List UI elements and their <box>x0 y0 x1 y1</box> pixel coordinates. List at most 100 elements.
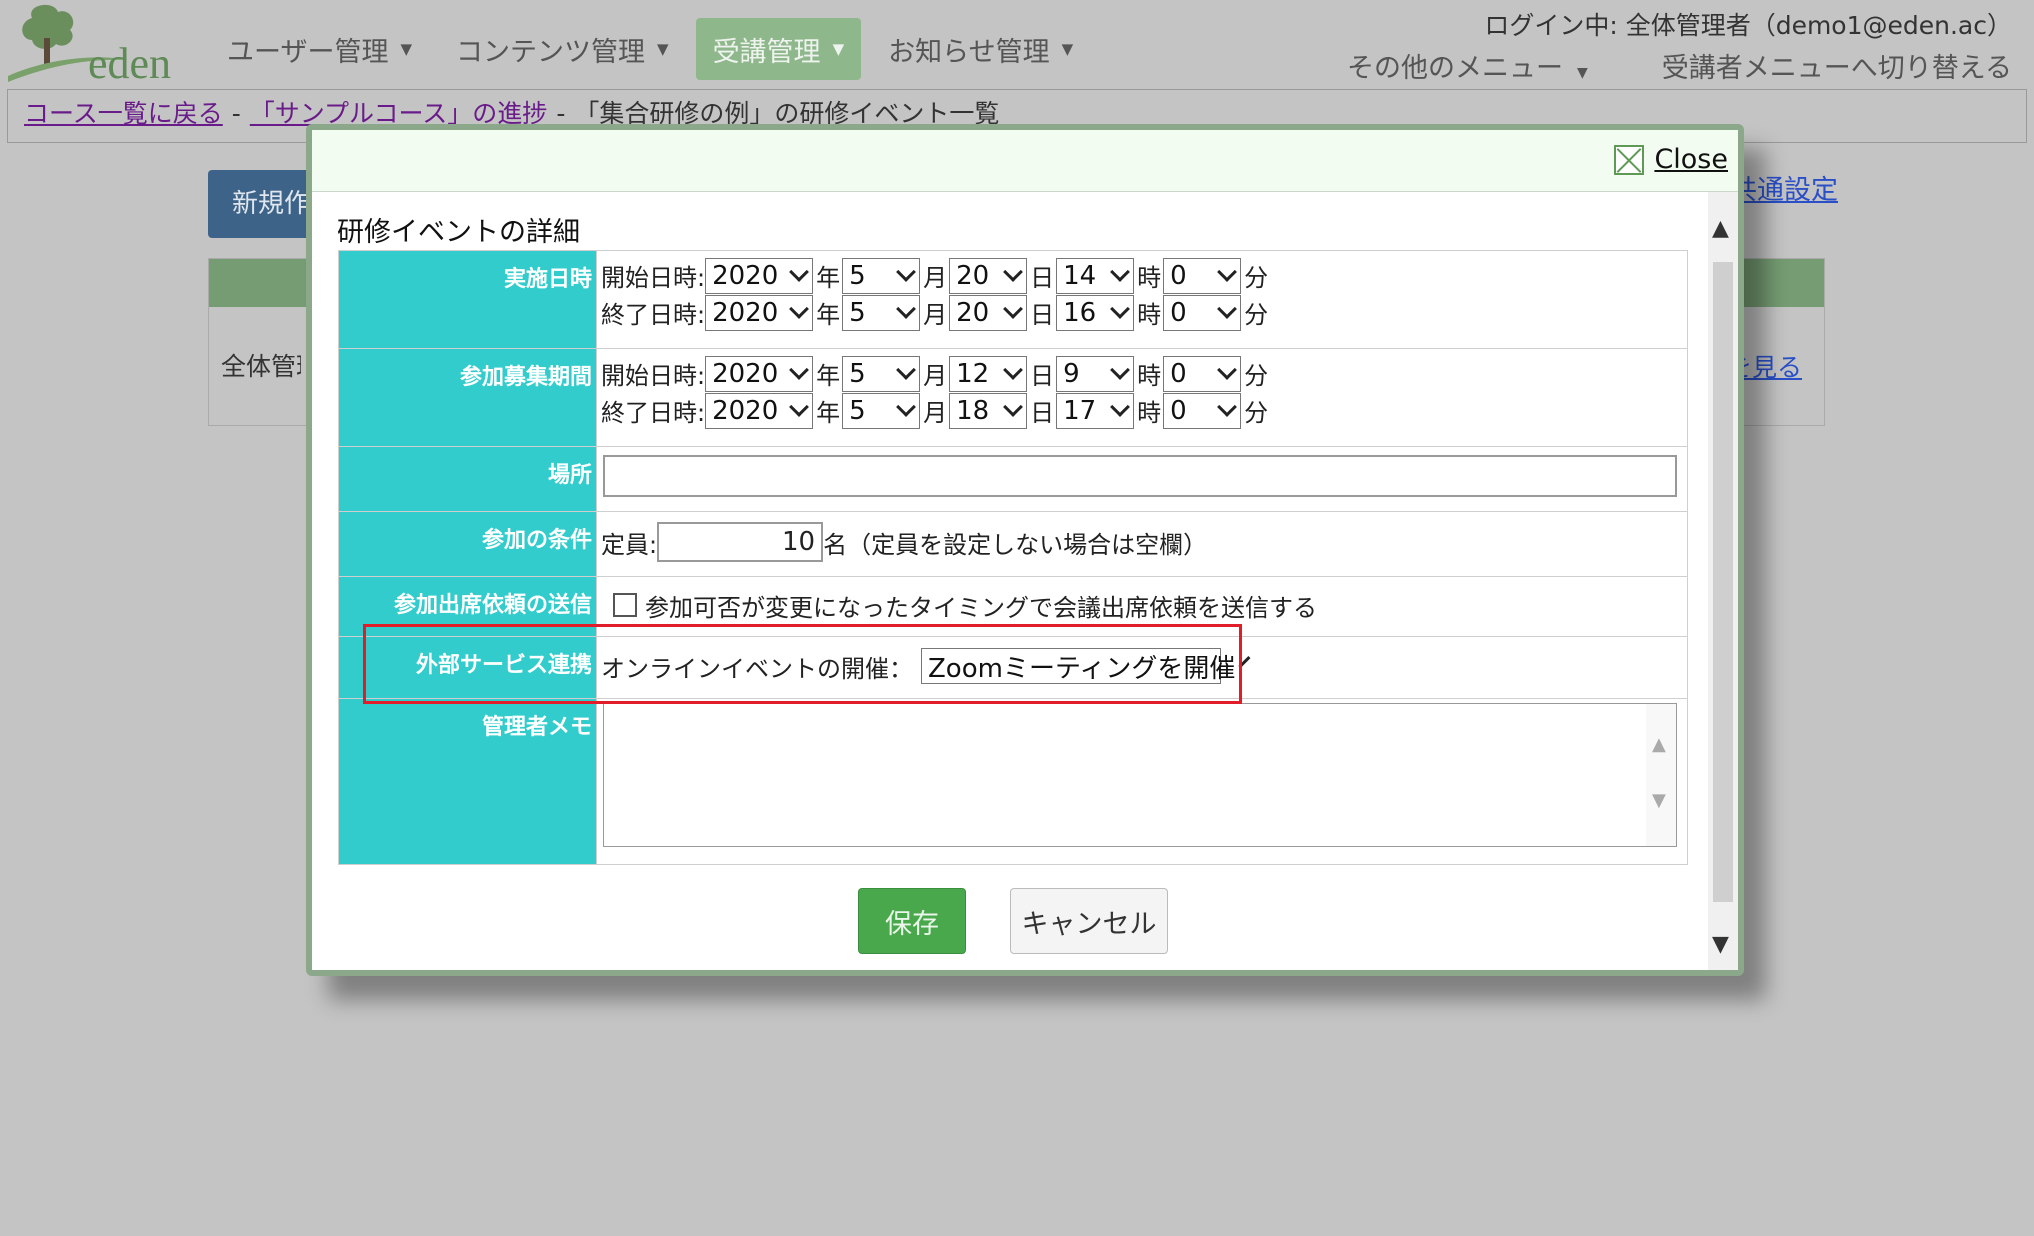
close-icon <box>1614 144 1645 175</box>
chevron-down-icon <box>789 396 809 417</box>
chevron-down-icon <box>1217 396 1237 417</box>
send-request-checkbox[interactable] <box>613 593 637 617</box>
month-unit: 月 <box>923 399 948 427</box>
admin-memo-label: 管理者メモ <box>338 698 597 865</box>
chevron-down-icon <box>896 261 916 282</box>
schedule-end-row: 終了日時: 2020 年 5月 20 日 16 時 0分 <box>601 294 1683 331</box>
chevron-down-icon <box>1110 261 1130 282</box>
day-unit: 日 <box>1030 399 1055 427</box>
place-input[interactable] <box>603 455 1677 497</box>
memo-scrollbar[interactable]: ▲ ▼ <box>1646 704 1676 846</box>
day-unit: 日 <box>1030 362 1055 390</box>
recruit-start-year-select[interactable]: 2020 <box>705 355 814 392</box>
start-label: 開始日時: <box>601 362 706 390</box>
scroll-down-icon[interactable]: ▼ <box>1652 790 1666 811</box>
cancel-button[interactable]: キャンセル <box>1010 888 1168 954</box>
schedule-label: 実施日時 <box>338 250 597 349</box>
hour-unit: 時 <box>1137 301 1162 329</box>
minute-unit: 分 <box>1244 362 1269 390</box>
admin-memo-field: ▲ ▼ <box>596 698 1688 865</box>
condition-row: 定員: 10 名（定員を設定しない場合は空欄） <box>601 518 1683 566</box>
schedule-end-minute-select[interactable]: 0 <box>1163 294 1242 331</box>
modal-title: 研修イベントの詳細 <box>337 217 580 248</box>
chevron-down-icon <box>1110 359 1130 380</box>
schedule-end-month-select[interactable]: 5 <box>842 294 921 331</box>
chevron-down-icon <box>1217 359 1237 380</box>
recruit-end-minute-select[interactable]: 0 <box>1163 392 1242 429</box>
close-label: Close <box>1654 144 1728 175</box>
day-unit: 日 <box>1030 264 1055 292</box>
recruit-start-hour-select[interactable]: 9 <box>1056 355 1135 392</box>
year-unit: 年 <box>816 264 841 292</box>
save-button[interactable]: 保存 <box>858 888 966 954</box>
chevron-down-icon <box>789 298 809 319</box>
schedule-start-day-select[interactable]: 20 <box>949 257 1028 294</box>
chevron-down-icon <box>896 396 916 417</box>
hour-unit: 時 <box>1137 362 1162 390</box>
close-button[interactable]: Close <box>1614 144 1728 175</box>
recruit-start-row: 開始日時: 2020 年 5月 12 日 9時 0分 <box>601 355 1683 392</box>
event-detail-modal: Close ▲ ▼ 研修イベントの詳細 実施日時 開始日時: 2020 年 5月 … <box>306 124 1744 976</box>
chevron-down-icon <box>789 261 809 282</box>
scrollbar-thumb[interactable] <box>1713 262 1733 902</box>
schedule-field: 開始日時: 2020 年 5月 20 日 14 時 0分 終了日時: 2020 年 5月… <box>596 250 1688 349</box>
recruit-end-month-select[interactable]: 5 <box>842 392 921 429</box>
start-label: 開始日時: <box>601 264 706 292</box>
end-label: 終了日時: <box>601 301 706 329</box>
schedule-end-day-select[interactable]: 20 <box>949 294 1028 331</box>
place-field <box>596 446 1688 512</box>
recruit-end-day-select[interactable]: 18 <box>949 392 1028 429</box>
chevron-down-icon <box>1003 359 1023 380</box>
minute-unit: 分 <box>1244 399 1269 427</box>
send-request-checkbox-label[interactable]: 参加可否が変更になったタイミングで会議出席依頼を送信する <box>645 588 1317 623</box>
condition-label: 参加の条件 <box>338 511 597 577</box>
recruit-label: 参加募集期間 <box>338 348 597 447</box>
minute-unit: 分 <box>1244 264 1269 292</box>
scroll-up-icon[interactable]: ▲ <box>1712 216 1729 241</box>
chevron-down-icon <box>896 298 916 319</box>
event-form: 実施日時 開始日時: 2020 年 5月 20 日 14 時 0分 終了日時: 202… <box>338 250 1688 865</box>
schedule-start-year-select[interactable]: 2020 <box>705 257 814 294</box>
year-unit: 年 <box>816 399 841 427</box>
schedule-end-year-select[interactable]: 2020 <box>705 294 814 331</box>
schedule-start-minute-select[interactable]: 0 <box>1163 257 1242 294</box>
chevron-down-icon <box>789 359 809 380</box>
hour-unit: 時 <box>1137 264 1162 292</box>
recruit-end-hour-select[interactable]: 17 <box>1056 392 1135 429</box>
capacity-label: 定員: <box>601 530 658 559</box>
attendance-row: 参加可否が変更になったタイミングで会議出席依頼を送信する <box>601 583 1683 627</box>
day-unit: 日 <box>1030 301 1055 329</box>
chevron-down-icon <box>1003 396 1023 417</box>
end-label: 終了日時: <box>601 399 706 427</box>
modal-header: Close <box>312 130 1738 192</box>
condition-field: 定員: 10 名（定員を設定しない場合は空欄） <box>596 511 1688 577</box>
admin-memo-textarea[interactable]: ▲ ▼ <box>603 703 1677 847</box>
schedule-start-month-select[interactable]: 5 <box>842 257 921 294</box>
modal-scrollbar[interactable]: ▲ ▼ <box>1708 192 1738 970</box>
chevron-down-icon <box>1003 298 1023 319</box>
recruit-end-year-select[interactable]: 2020 <box>705 392 814 429</box>
capacity-input[interactable]: 10 <box>657 522 824 562</box>
chevron-down-icon <box>1217 261 1237 282</box>
capacity-note: 名（定員を設定しない場合は空欄） <box>823 530 1208 559</box>
recruit-start-month-select[interactable]: 5 <box>842 355 921 392</box>
schedule-start-hour-select[interactable]: 14 <box>1056 257 1135 294</box>
chevron-down-icon <box>1003 261 1023 282</box>
minute-unit: 分 <box>1244 301 1269 329</box>
schedule-end-hour-select[interactable]: 16 <box>1056 294 1135 331</box>
scroll-up-icon[interactable]: ▲ <box>1652 734 1666 755</box>
scroll-down-icon[interactable]: ▼ <box>1712 932 1729 957</box>
place-label: 場所 <box>338 446 597 512</box>
schedule-start-row: 開始日時: 2020 年 5月 20 日 14 時 0分 <box>601 257 1683 294</box>
chevron-down-icon <box>1217 298 1237 319</box>
month-unit: 月 <box>923 362 948 390</box>
year-unit: 年 <box>816 301 841 329</box>
hour-unit: 時 <box>1137 399 1162 427</box>
recruit-start-day-select[interactable]: 12 <box>949 355 1028 392</box>
recruit-start-minute-select[interactable]: 0 <box>1163 355 1242 392</box>
chevron-down-icon <box>1110 298 1130 319</box>
chevron-down-icon <box>896 359 916 380</box>
month-unit: 月 <box>923 264 948 292</box>
chevron-down-icon <box>1110 396 1130 417</box>
recruit-end-row: 終了日時: 2020 年 5月 18 日 17 時 0分 <box>601 392 1683 429</box>
